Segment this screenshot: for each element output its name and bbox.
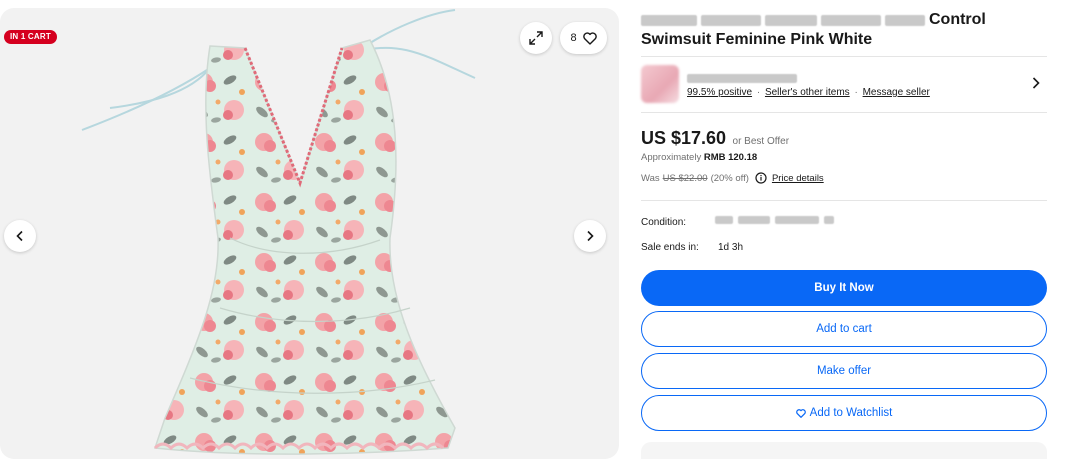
separator: · — [854, 87, 858, 98]
seller-name[interactable] — [687, 70, 797, 88]
seller-links: 99.5% positive · Seller's other items · … — [687, 87, 930, 98]
heart-icon — [582, 31, 597, 45]
redacted-condition — [738, 216, 770, 224]
in-cart-badge: IN 1 CART — [4, 30, 57, 44]
was-label: Was — [641, 172, 660, 184]
listing-title: Control Swimsuit Feminine Pink White — [641, 10, 1047, 50]
expand-icon — [529, 31, 543, 45]
sale-ends-value: 1d 3h — [718, 242, 744, 253]
redacted-title-text — [821, 14, 881, 26]
shipping-info-card — [641, 442, 1047, 459]
add-to-cart-label: Add to cart — [816, 323, 872, 335]
was-price: Was US $22.00 (20% off) Price details — [641, 172, 824, 184]
product-image[interactable] — [70, 8, 530, 459]
redacted-title-text — [701, 14, 761, 26]
chevron-right-icon[interactable] — [1031, 76, 1041, 90]
next-image-button[interactable] — [574, 220, 606, 252]
redacted-title-text — [765, 14, 817, 26]
make-offer-button[interactable]: Make offer — [641, 353, 1047, 389]
seller-feedback-link[interactable]: 99.5% positive — [687, 87, 752, 98]
item-details-panel: Control Swimsuit Feminine Pink White 99.… — [641, 0, 1047, 459]
info-icon[interactable] — [755, 172, 767, 184]
condition-label: Condition: — [641, 217, 687, 228]
divider — [641, 112, 1047, 113]
add-to-cart-button[interactable]: Add to cart — [641, 311, 1047, 347]
redacted-condition — [775, 216, 819, 224]
redacted-condition — [824, 216, 834, 224]
item-price: US $17.60 — [641, 128, 727, 148]
chevron-left-icon — [16, 230, 23, 242]
heart-icon — [795, 408, 806, 418]
discount-text: (20% off) — [710, 172, 749, 184]
expand-button[interactable] — [520, 22, 552, 54]
redacted-seller-name — [687, 74, 797, 84]
redacted-title-text — [885, 14, 925, 26]
buy-it-now-label: Buy It Now — [814, 282, 874, 294]
seller-other-items-link[interactable]: Seller's other items — [765, 87, 850, 98]
divider — [641, 200, 1047, 201]
chevron-right-icon — [587, 230, 594, 242]
add-to-watchlist-label: Add to Watchlist — [809, 407, 893, 419]
image-gallery: IN 1 CART 8 — [0, 8, 619, 459]
title-line-2: Swimsuit Feminine Pink White — [641, 31, 873, 48]
approx-value: RMB 120.18 — [703, 152, 758, 163]
watch-count: 8 — [570, 32, 577, 44]
condition-value — [715, 216, 834, 224]
previous-image-button[interactable] — [4, 220, 36, 252]
price-block: US $17.60 or Best Offer — [641, 128, 789, 149]
seller-avatar[interactable] — [641, 65, 679, 103]
original-price: US $22.00 — [662, 172, 708, 184]
message-seller-link[interactable]: Message seller — [863, 87, 930, 98]
add-to-watchlist-button[interactable]: Add to Watchlist — [641, 395, 1047, 431]
title-line-1-end: Control — [929, 11, 986, 28]
approximate-price: Approximately RMB 120.18 — [641, 152, 757, 163]
price-details-link[interactable]: Price details — [772, 173, 824, 184]
redacted-condition — [715, 216, 733, 224]
sale-ends-label: Sale ends in: — [641, 242, 699, 253]
watch-count-button[interactable]: 8 — [560, 22, 607, 54]
seller-info[interactable]: 99.5% positive · Seller's other items · … — [641, 62, 1047, 108]
separator: · — [756, 87, 761, 98]
approx-label: Approximately — [641, 152, 702, 163]
best-offer-note: or Best Offer — [732, 136, 790, 147]
make-offer-label: Make offer — [816, 365, 872, 377]
buy-it-now-button[interactable]: Buy It Now — [641, 270, 1047, 306]
divider — [641, 56, 1047, 57]
redacted-title-text — [641, 14, 697, 26]
